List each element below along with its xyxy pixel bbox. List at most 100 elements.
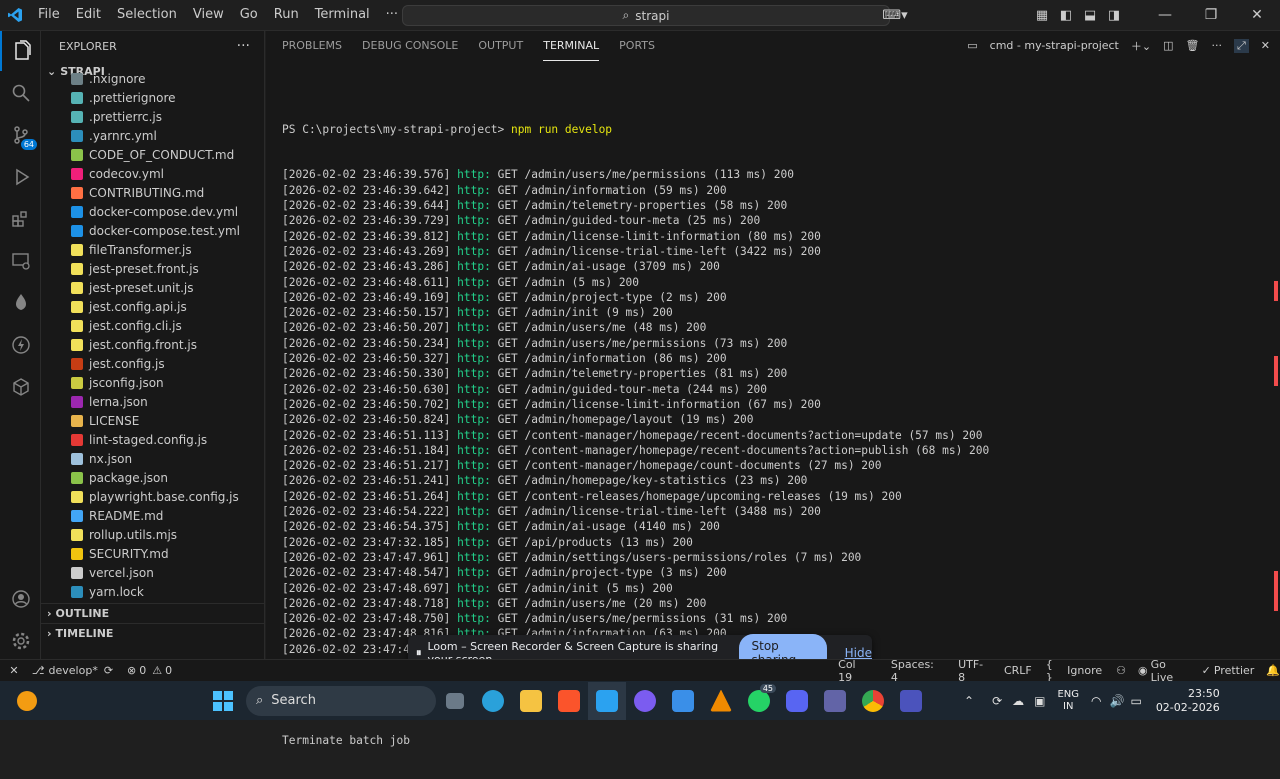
file-item[interactable]: fileTransformer.js <box>41 240 264 259</box>
menu-file[interactable]: File <box>30 0 68 30</box>
windows-start-icon[interactable] <box>204 682 242 720</box>
file-item[interactable]: playwright.base.config.js <box>41 487 264 506</box>
remote-icon[interactable]: ✕ <box>0 664 28 677</box>
error-count[interactable]: 0 <box>139 664 146 677</box>
tab-ports[interactable]: PORTS <box>619 31 655 60</box>
kill-terminal-icon[interactable]: 🗑 <box>1186 39 1200 52</box>
warning-count[interactable]: 0 <box>165 664 172 677</box>
file-item[interactable]: docker-compose.dev.yml <box>41 202 264 221</box>
outline-section[interactable]: › OUTLINE <box>41 603 264 623</box>
explorer-more-icon[interactable]: ··· <box>237 38 250 54</box>
remote-explorer-icon[interactable] <box>0 241 41 281</box>
menu-view[interactable]: View <box>185 0 232 30</box>
menu-run[interactable]: Run <box>266 0 307 30</box>
terminal-scrollbar[interactable] <box>1268 91 1278 687</box>
whatsapp-icon[interactable]: 45 <box>740 682 778 720</box>
file-item[interactable]: jest.config.api.js <box>41 297 264 316</box>
microsoft-store-icon[interactable] <box>664 682 702 720</box>
weather-widget-icon[interactable] <box>8 682 46 720</box>
command-center-search[interactable]: ⌕ strapi <box>402 5 890 26</box>
file-item[interactable]: jest-preset.front.js <box>41 259 264 278</box>
file-item[interactable]: SECURITY.md <box>41 544 264 563</box>
toggle-panel-icon[interactable]: ⬓ <box>1078 8 1102 23</box>
taskbar-search-box[interactable]: ⌕ Search <box>246 685 436 716</box>
file-item[interactable]: jest-preset.unit.js <box>41 278 264 297</box>
clock[interactable]: 23:50 02-02-2026 <box>1156 687 1220 715</box>
language-mode[interactable]: Ignore <box>1067 664 1102 677</box>
menu-terminal[interactable]: Terminal <box>307 0 378 30</box>
close-icon[interactable]: ✕ <box>1234 7 1280 23</box>
split-terminal-icon[interactable]: ◫ <box>1163 39 1173 52</box>
file-item[interactable]: rollup.utils.mjs <box>41 525 264 544</box>
pause-icon[interactable]: ⏸ <box>416 646 422 660</box>
settings-gear-icon[interactable] <box>0 621 41 661</box>
customize-layout-icon[interactable]: ▦ <box>1030 8 1054 23</box>
tray-overflow-icon[interactable]: ⌃ <box>964 694 974 708</box>
file-item[interactable]: package.json <box>41 468 264 487</box>
volume-icon[interactable]: 🔊 <box>1110 694 1125 708</box>
file-item[interactable]: lerna.json <box>41 392 264 411</box>
file-item[interactable]: .prettierrc.js <box>41 107 264 126</box>
onedrive-icon[interactable]: ☁ <box>1012 694 1024 708</box>
file-item[interactable]: LICENSE <box>41 411 264 430</box>
cursor-position[interactable]: Col 19 <box>838 658 873 684</box>
tab-problems[interactable]: PROBLEMS <box>282 31 342 60</box>
run-debug-icon[interactable] <box>0 157 41 197</box>
teams-work-icon[interactable] <box>892 682 930 720</box>
sync-icon[interactable]: ⟳ <box>104 664 113 677</box>
file-item[interactable]: lint-staged.config.js <box>41 430 264 449</box>
tab-output[interactable]: OUTPUT <box>478 31 523 60</box>
tab-debug-console[interactable]: DEBUG CONSOLE <box>362 31 458 60</box>
prettier-status[interactable]: Prettier <box>1214 664 1254 677</box>
go-live-button[interactable]: Go Live <box>1151 658 1192 684</box>
branch-name[interactable]: develop* <box>49 664 98 677</box>
menu-edit[interactable]: Edit <box>68 0 109 30</box>
file-item[interactable]: vercel.json <box>41 563 264 582</box>
menu-go[interactable]: Go <box>232 0 266 30</box>
copilot-icon[interactable]: ⌨▾ <box>878 8 912 23</box>
account-icon[interactable] <box>0 579 41 619</box>
file-item[interactable]: jsconfig.json <box>41 373 264 392</box>
eol[interactable]: CRLF <box>1004 664 1032 677</box>
file-item[interactable]: jest.config.front.js <box>41 335 264 354</box>
terminal-name[interactable]: cmd - my-strapi-project <box>990 39 1119 52</box>
minimize-icon[interactable]: — <box>1142 7 1188 23</box>
tray-extra-icon[interactable]: ▣ <box>1034 694 1045 708</box>
timeline-section[interactable]: › TIMELINE <box>41 623 264 643</box>
mongodb-icon[interactable] <box>0 283 41 323</box>
extensions-icon[interactable] <box>0 199 41 239</box>
toggle-secondary-sidebar-icon[interactable]: ◨ <box>1102 8 1126 23</box>
file-item[interactable]: .prettierignore <box>41 88 264 107</box>
explorer-icon[interactable] <box>0 31 41 71</box>
wifi-icon[interactable]: ◠ <box>1091 694 1101 708</box>
thunder-client-icon[interactable] <box>0 325 41 365</box>
file-item[interactable]: codecov.yml <box>41 164 264 183</box>
indentation[interactable]: Spaces: 4 <box>891 658 944 684</box>
database-icon[interactable] <box>0 367 41 407</box>
discord-icon[interactable] <box>778 682 816 720</box>
file-item[interactable]: CONTRIBUTING.md <box>41 183 264 202</box>
tray-app-icon[interactable]: ⟳ <box>992 694 1002 708</box>
battery-icon[interactable]: ▭ <box>1130 694 1141 708</box>
terminal-more-icon[interactable]: ··· <box>1211 39 1222 52</box>
add-terminal-icon[interactable]: ＋⌄ <box>1131 38 1151 54</box>
brave-browser-icon[interactable] <box>550 682 588 720</box>
chrome-icon[interactable] <box>854 682 892 720</box>
notifications-icon[interactable]: 🔔 <box>1266 664 1280 677</box>
task-view-icon[interactable] <box>436 682 474 720</box>
vlc-icon[interactable] <box>702 682 740 720</box>
vscode-taskbar-icon[interactable] <box>588 681 626 720</box>
tab-terminal[interactable]: TERMINAL <box>543 31 600 61</box>
encoding[interactable]: UTF-8 <box>958 658 990 684</box>
search-activity-icon[interactable] <box>0 73 41 113</box>
file-item[interactable]: .yarnrc.yml <box>41 126 264 145</box>
toggle-sidebar-icon[interactable]: ◧ <box>1054 8 1078 23</box>
menu-selection[interactable]: Selection <box>109 0 185 30</box>
teams-icon[interactable] <box>816 682 854 720</box>
telegram-icon[interactable] <box>474 682 512 720</box>
close-panel-icon[interactable]: ✕ <box>1261 39 1270 52</box>
file-item[interactable]: docker-compose.test.yml <box>41 221 264 240</box>
file-item[interactable]: yarn.lock <box>41 582 264 601</box>
file-item[interactable]: jest.config.js <box>41 354 264 373</box>
copilot-status-icon[interactable]: ⚇ <box>1116 664 1126 677</box>
